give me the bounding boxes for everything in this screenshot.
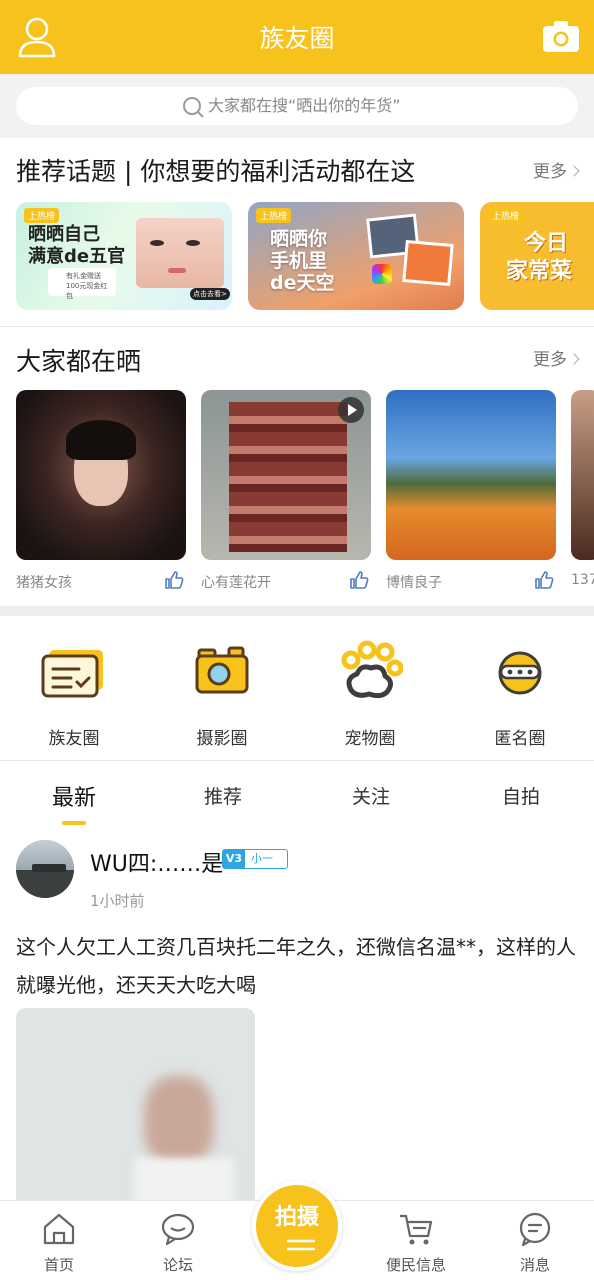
topic-card-features[interactable]: 上热榜 晒晒自己 满意de五官 有礼金赠送 100元现金红包 点击去看> [16, 202, 232, 310]
circle-pets[interactable]: 宠物圈 [310, 640, 430, 749]
active-tab-indicator [62, 821, 86, 825]
chat-list-icon [41, 650, 103, 698]
nav-messages[interactable]: 消息 [495, 1211, 575, 1275]
search-icon [183, 97, 204, 118]
circle-label: 摄影圈 [196, 729, 248, 749]
nav-local-info[interactable]: 便民信息 [376, 1211, 456, 1275]
circle-anonymous[interactable]: 匿名圈 [460, 640, 580, 749]
search-placeholder: 大家都在搜“晒出你的年货” [208, 96, 401, 115]
circle-label: 匿名圈 [494, 729, 546, 749]
nav-forum[interactable]: 论坛 [138, 1211, 218, 1275]
share-photo[interactable] [386, 390, 556, 560]
topic-cta: 点击去看> [190, 288, 230, 300]
app-header: 族友圈 [0, 0, 594, 74]
more-label: 更多 [533, 350, 567, 370]
topic-line: 晒晒自己 [28, 224, 100, 245]
thumb-up-icon[interactable] [349, 570, 369, 590]
topic-line: 家常菜 [506, 259, 573, 284]
topic-sub-line: 100元现金红包 [66, 282, 108, 300]
topic-tag: 上热榜 [488, 208, 524, 223]
post-image[interactable] [16, 1008, 255, 1208]
nav-label: 论坛 [162, 1256, 193, 1274]
sharing-title: 大家都在晒 [16, 347, 142, 376]
topic-line: 手机里 [270, 250, 328, 272]
sky-photo [402, 239, 454, 287]
topic-card-sub: 有礼金赠送 100元现金红包 [48, 268, 116, 300]
chevron-right-icon [568, 165, 580, 177]
topic-line: 晒晒你 [270, 228, 328, 250]
circle-label: 族友圈 [48, 729, 100, 749]
share-author: 猪猪女孩 [16, 575, 72, 591]
share-photo[interactable] [571, 390, 594, 560]
drying-meat [229, 402, 347, 552]
home-icon [43, 1213, 75, 1245]
share-author: 心有莲花开 [201, 575, 271, 591]
post-body: 这个人欠工人工资几百块托二年之久，还微信名温**，这样的人就曝光他，还天天大吃大… [16, 935, 576, 997]
anonymous-icon [498, 651, 542, 695]
page-title: 族友圈 [259, 24, 335, 53]
avatar[interactable] [16, 840, 74, 898]
forum-icon [161, 1213, 195, 1246]
vip-level: V3 [223, 850, 245, 868]
chevron-right-icon [568, 353, 580, 365]
circle-photography[interactable]: 摄影圈 [162, 640, 282, 749]
shoot-button[interactable]: 拍摄 [252, 1181, 342, 1271]
camera-icon [195, 646, 249, 694]
tab-selfie[interactable]: 自拍 [502, 782, 540, 809]
photos-app-icon [372, 264, 392, 284]
share-photo[interactable] [201, 390, 371, 560]
topic-tag: 上热榜 [24, 208, 60, 223]
more-label: 更多 [533, 162, 567, 182]
search-bar-area: 大家都在搜“晒出你的年货” [0, 74, 594, 138]
cart-icon [400, 1214, 433, 1245]
shoot-label: 拍摄 [274, 1205, 319, 1230]
topic-line: 今日 [524, 231, 569, 256]
topic-line: de天空 [270, 272, 335, 294]
video-play-icon[interactable] [337, 396, 365, 424]
share-author: 博情良子 [386, 575, 442, 591]
topic-tag: 上热榜 [256, 208, 292, 223]
post-timestamp: 1小时前 [90, 892, 145, 910]
nav-label: 便民信息 [385, 1256, 446, 1274]
nav-home[interactable]: 首页 [19, 1211, 99, 1275]
circle-label: 宠物圈 [344, 729, 396, 749]
topic-card-cooking[interactable]: 上热榜 今日 家常菜 [480, 202, 594, 310]
nav-label: 首页 [43, 1256, 74, 1274]
sharing-more-link[interactable]: 更多 [533, 345, 580, 370]
section-divider [0, 760, 594, 761]
level-badge: V3 小一 [222, 849, 288, 869]
menu-lines-icon [287, 1239, 315, 1251]
topics-more-link[interactable]: 更多 [533, 157, 580, 182]
face-photo [136, 218, 224, 288]
post-username[interactable]: WU四:……是 [90, 846, 223, 878]
share-author: 137 [571, 572, 594, 588]
topic-sub-line: 有礼金赠送 [66, 272, 101, 280]
share-photo[interactable] [16, 390, 186, 560]
paw-icon [341, 640, 403, 699]
circle-zuyou[interactable]: 族友圈 [14, 640, 134, 749]
topic-card-headline: 晒晒你 手机里 de天空 [270, 228, 335, 294]
message-icon [519, 1212, 551, 1247]
thumb-up-icon[interactable] [534, 570, 554, 590]
topic-card-headline: 今日 家常菜 [506, 230, 572, 286]
tab-latest[interactable]: 最新 [52, 780, 96, 812]
topic-card-sky[interactable]: 上热榜 晒晒你 手机里 de天空 [248, 202, 464, 310]
topic-line: 满意de五官 [28, 246, 126, 267]
topic-card-headline: 晒晒自己 满意de五官 [28, 224, 125, 268]
user-level: 小一 [251, 852, 273, 865]
topics-title: 推荐话题 | 你想要的福利活动都在这 [16, 157, 416, 186]
tab-recommended[interactable]: 推荐 [204, 782, 242, 809]
camera-icon[interactable] [542, 20, 580, 54]
thumb-up-icon[interactable] [164, 570, 184, 590]
nav-label: 消息 [519, 1256, 550, 1274]
tab-following[interactable]: 关注 [352, 782, 390, 809]
section-divider [0, 326, 594, 327]
section-gap [0, 606, 594, 616]
search-input[interactable]: 大家都在搜“晒出你的年货” [16, 87, 578, 125]
